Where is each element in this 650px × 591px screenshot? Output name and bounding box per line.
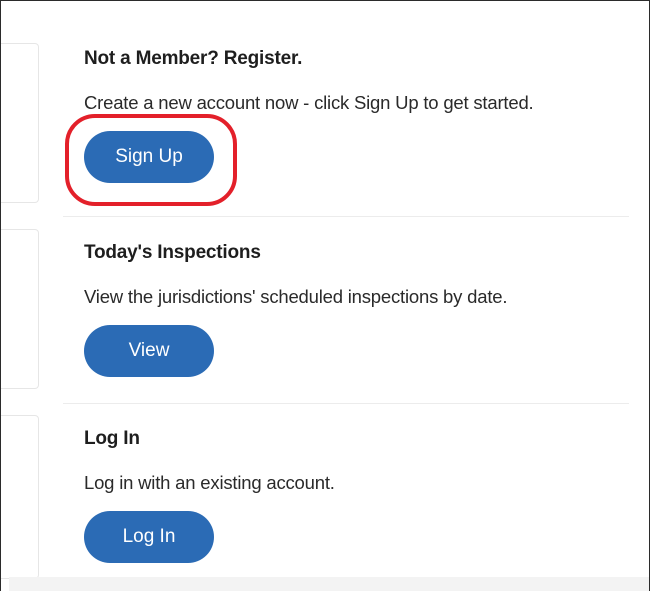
footer-strip bbox=[9, 577, 649, 591]
register-description: Create a new account now - click Sign Up… bbox=[84, 92, 534, 113]
left-panel-card bbox=[1, 229, 39, 389]
log-in-button[interactable]: Log In bbox=[84, 511, 214, 563]
left-panel-card bbox=[1, 415, 39, 579]
register-title: Not a Member? Register. bbox=[84, 48, 303, 69]
sign-up-button[interactable]: Sign Up bbox=[84, 131, 214, 183]
login-section: Log In Log in with an existing account. … bbox=[84, 427, 630, 563]
section-divider bbox=[63, 216, 629, 217]
login-description: Log in with an existing account. bbox=[84, 472, 335, 493]
view-inspections-button[interactable]: View bbox=[84, 325, 214, 377]
page-frame: Not a Member? Register. Create a new acc… bbox=[0, 0, 650, 591]
left-panel-card bbox=[1, 43, 39, 203]
register-section: Not a Member? Register. Create a new acc… bbox=[84, 47, 630, 183]
inspections-description: View the jurisdictions' scheduled inspec… bbox=[84, 286, 508, 307]
inspections-title: Today's Inspections bbox=[84, 242, 261, 263]
inspections-section: Today's Inspections View the jurisdictio… bbox=[84, 241, 630, 377]
section-divider bbox=[63, 403, 629, 404]
login-title: Log In bbox=[84, 428, 140, 449]
